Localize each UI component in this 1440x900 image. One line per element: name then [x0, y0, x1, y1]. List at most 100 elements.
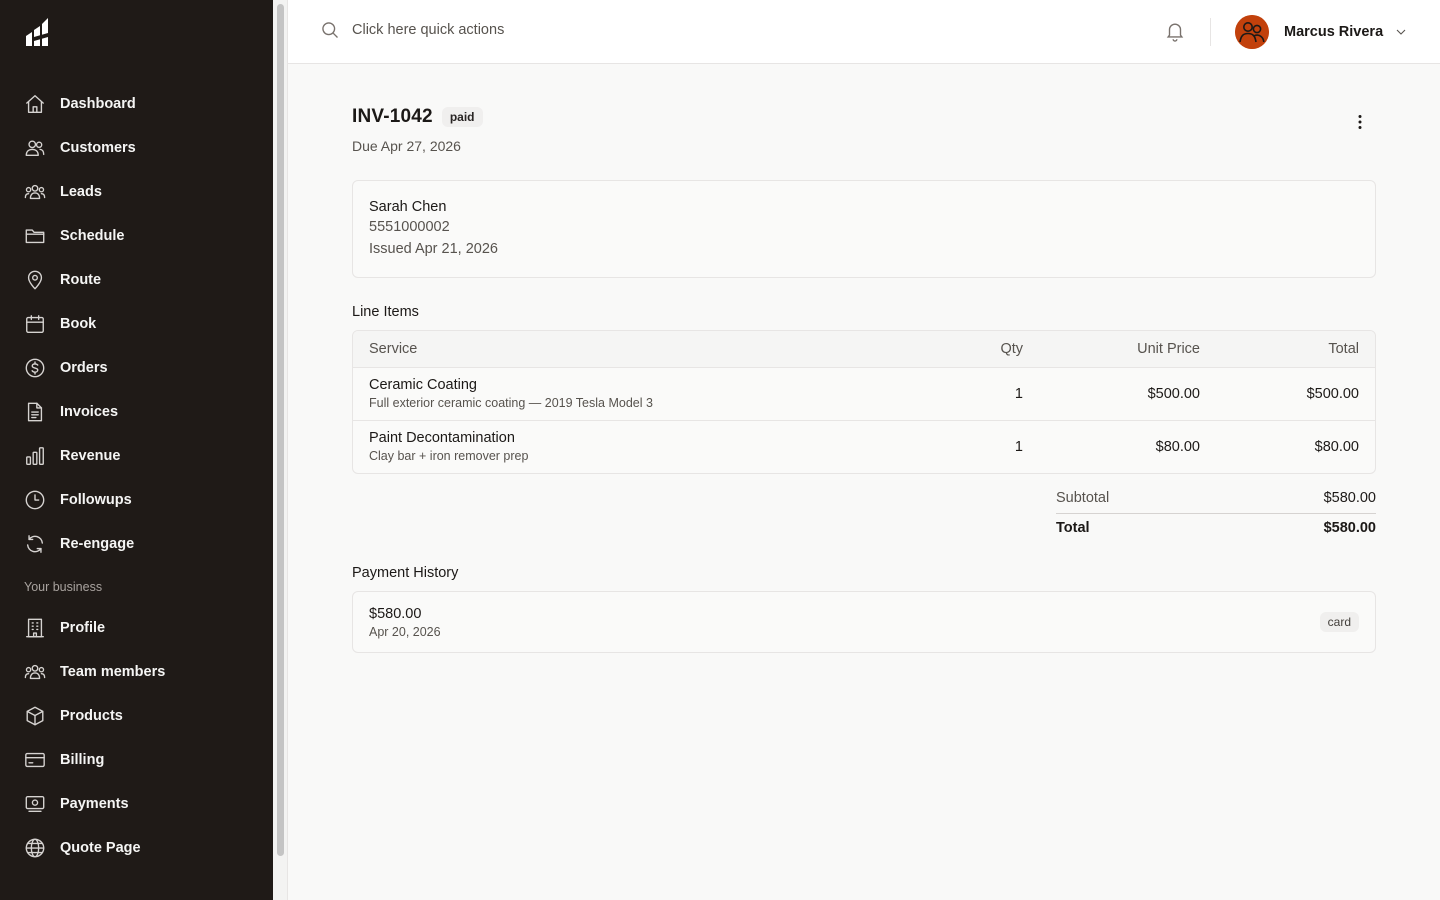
status-badge: paid	[441, 107, 483, 127]
line-items-title: Line Items	[352, 304, 419, 320]
cube-icon	[26, 706, 44, 726]
sidebar-scrollbar[interactable]	[273, 0, 288, 900]
service-name: Ceramic Coating	[369, 377, 477, 393]
total-label: Total	[1056, 520, 1090, 536]
sidebar-item-quote-page[interactable]: Quote Page	[0, 826, 273, 870]
sidebar-item-re-engage[interactable]: Re-engage	[0, 522, 273, 566]
payment-amount: $580.00	[369, 606, 422, 622]
sidebar-scrollbar-thumb[interactable]	[277, 4, 284, 856]
sidebar-item-route[interactable]: Route	[0, 258, 273, 302]
sidebar-item-label: Route	[60, 272, 102, 288]
sidebar-item-label: Profile	[60, 620, 106, 636]
column-qty: Qty	[899, 331, 1039, 368]
chevron-down-icon[interactable]	[1393, 24, 1409, 40]
item-total: $80.00	[1314, 438, 1359, 455]
invoice-issued-date: Issued Apr 21, 2026	[369, 241, 498, 257]
sidebar-item-billing[interactable]: Billing	[0, 738, 273, 782]
more-actions-button[interactable]	[1348, 110, 1372, 134]
total-row: Total $580.00	[1056, 514, 1376, 536]
payment-method-badge: card	[1319, 612, 1359, 632]
building-icon	[26, 618, 44, 638]
sidebar-nav: Dashboard Customers Leads Schedule Route…	[0, 82, 273, 870]
sidebar-item-label: Customers	[60, 140, 136, 156]
payment-date: Apr 20, 2026	[369, 625, 441, 639]
service-name: Paint Decontamination	[369, 430, 515, 447]
subtotal-value: $580.00	[1323, 490, 1376, 506]
folder-icon	[25, 229, 45, 244]
avatar	[1235, 15, 1269, 49]
service-description: Clay bar + iron remover prep	[369, 449, 529, 464]
column-service: Service	[353, 331, 899, 368]
sidebar-item-followups[interactable]: Followups	[0, 478, 273, 522]
user-name: Marcus Rivera	[1284, 24, 1384, 40]
sidebar-item-orders[interactable]: Orders	[0, 346, 273, 390]
sidebar-item-label: Team members	[60, 664, 166, 680]
payment-history-title: Payment History	[352, 565, 459, 581]
user-menu[interactable]: Marcus Rivera	[1235, 15, 1409, 49]
brand-logo-icon[interactable]	[24, 16, 52, 48]
banknote-icon	[25, 795, 45, 813]
sidebar-item-label: Invoices	[60, 404, 119, 420]
sidebar-item-label: Products	[60, 708, 123, 724]
item-total: $500.00	[1216, 367, 1375, 421]
document-icon	[27, 402, 43, 422]
column-total: Total	[1216, 331, 1375, 368]
sidebar-item-schedule[interactable]: Schedule	[0, 214, 273, 258]
sidebar-item-label: Schedule	[60, 228, 125, 244]
item-qty: 1	[1014, 438, 1023, 455]
invoice-header: INV-1042 paid	[352, 106, 483, 128]
sidebar-item-payments[interactable]: Payments	[0, 782, 273, 826]
item-unit-price: $500.00	[1039, 367, 1216, 421]
sidebar-item-products[interactable]: Products	[0, 694, 273, 738]
sidebar-item-label: Re-engage	[60, 536, 135, 552]
sidebar-item-team-members[interactable]: Team members	[0, 650, 273, 694]
sidebar-item-revenue[interactable]: Revenue	[0, 434, 273, 478]
bar-chart-icon	[26, 447, 44, 465]
refresh-icon	[26, 535, 44, 553]
search-input[interactable]	[352, 22, 752, 38]
calendar-icon	[26, 315, 44, 333]
sidebar-item-customers[interactable]: Customers	[0, 126, 273, 170]
sidebar-item-profile[interactable]: Profile	[0, 606, 273, 650]
table-header-row: Service Qty Unit Price Total	[353, 331, 1375, 368]
user-group-icon	[24, 184, 46, 200]
sidebar-item-label: Quote Page	[60, 840, 141, 856]
sidebar-item-label: Book	[60, 316, 97, 332]
search-icon	[322, 22, 338, 38]
table-row: Paint Decontamination Clay bar + iron re…	[353, 420, 1375, 473]
sidebar-item-label: Dashboard	[60, 96, 136, 112]
sidebar-item-leads[interactable]: Leads	[0, 170, 273, 214]
team-icon	[24, 664, 46, 680]
globe-icon	[25, 838, 45, 858]
customer-name[interactable]: Sarah Chen	[369, 199, 1359, 215]
quick-actions-search[interactable]	[320, 20, 752, 40]
sidebar-item-label: Followups	[60, 492, 132, 508]
sidebar-item-book[interactable]: Book	[0, 302, 273, 346]
notifications-button[interactable]	[1164, 20, 1186, 44]
subtotal-label: Subtotal	[1056, 490, 1110, 506]
users-icon	[25, 140, 45, 157]
avatar-people-icon	[1235, 15, 1269, 49]
sidebar-item-dashboard[interactable]: Dashboard	[0, 82, 273, 126]
sidebar-section-label: Your business	[24, 580, 103, 594]
customer-card: Sarah Chen 5551000002 Issued Apr 21, 202…	[352, 180, 1376, 278]
invoice-totals: Subtotal $580.00 Total $580.00	[1056, 490, 1376, 536]
sidebar-item-label: Leads	[60, 184, 102, 200]
topbar-divider	[1210, 18, 1211, 46]
sidebar-item-label: Orders	[60, 360, 108, 376]
sidebar-item-label: Billing	[60, 752, 105, 768]
clock-icon	[25, 490, 45, 510]
sidebar-item-invoices[interactable]: Invoices	[0, 390, 273, 434]
top-bar: Marcus Rivera	[288, 0, 1440, 64]
credit-card-icon	[25, 752, 45, 768]
sidebar-item-label: Payments	[60, 796, 129, 812]
bell-icon	[1166, 23, 1184, 42]
line-items-table: Service Qty Unit Price Total Ceramic Coa…	[352, 330, 1376, 474]
payment-history-item: $580.00 Apr 20, 2026 card	[352, 591, 1376, 653]
kebab-menu-icon	[1358, 115, 1362, 129]
map-pin-icon	[27, 270, 43, 290]
subtotal-row: Subtotal $580.00	[1056, 490, 1376, 514]
sidebar-item-label: Revenue	[60, 448, 121, 464]
table-row: Ceramic Coating Full exterior ceramic co…	[353, 367, 1375, 421]
service-description: Full exterior ceramic coating — 2019 Tes…	[369, 396, 653, 410]
